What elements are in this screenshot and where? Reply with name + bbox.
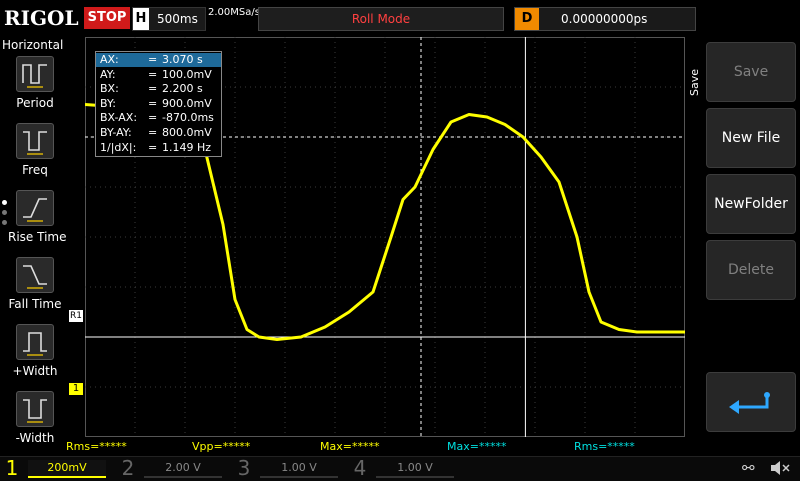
measurement-readout: Max=***** — [320, 440, 380, 453]
return-arrow-icon — [729, 392, 770, 414]
acquisition-mode: Roll Mode — [258, 7, 504, 31]
menu-page-dot — [2, 220, 7, 225]
save-section-label: Save — [688, 68, 701, 96]
channel-1-offset-marker[interactable]: 1 — [69, 383, 83, 395]
menu-item-fall-time[interactable]: Fall Time — [8, 257, 62, 323]
speaker-muted-icon[interactable] — [768, 458, 792, 478]
cursor-key: 1/|dX|: — [100, 140, 137, 154]
freq-icon — [16, 123, 54, 159]
cursor-equals: = — [148, 67, 158, 81]
cursor-key: BX: — [100, 82, 119, 96]
cursor-value: 100.0mV — [162, 67, 212, 81]
measurement-readout: Rms=***** — [66, 440, 127, 453]
channel-scale: 2.00 V — [144, 460, 222, 478]
delay-value: 0.00000000ps — [561, 12, 648, 26]
measurement-readout: Vpp=***** — [192, 440, 251, 453]
channel-scale: 1.00 V — [260, 460, 338, 478]
run-stop-status[interactable]: STOP — [84, 7, 130, 29]
horizontal-badge: H — [133, 8, 149, 30]
cursor-value: -870.0ms — [162, 111, 214, 125]
channel-4-status[interactable]: 4 1.00 V — [350, 456, 462, 480]
delay-indicator[interactable]: D 0.00000000ps — [514, 7, 696, 31]
channel-scale: 1.00 V — [376, 460, 454, 478]
channel-3-status[interactable]: 3 1.00 V — [234, 456, 346, 480]
return-button[interactable] — [706, 372, 796, 432]
cursor-key: AX: — [100, 53, 119, 66]
cursor-equals: = — [148, 111, 158, 125]
delay-badge: D — [515, 8, 539, 30]
timebase-value: 500ms — [157, 12, 198, 26]
cursor-key: BY: — [100, 96, 116, 110]
menu-page-dot — [2, 210, 7, 215]
cursor-equals: = — [148, 140, 158, 154]
channel-scale: 200mV — [28, 460, 106, 478]
channel-1-status[interactable]: 1 200mV — [2, 456, 114, 480]
delete-button[interactable]: Delete — [706, 240, 796, 300]
cursor-value: 1.149 Hz — [162, 140, 212, 154]
cursor-value: 2.200 s — [162, 82, 203, 96]
menu-item-label: Period — [16, 96, 54, 110]
cursor-key: AY: — [100, 67, 116, 81]
cursor-row-byay: BY-AY: = 800.0mV — [96, 126, 221, 140]
cursor-key: BY-AY: — [100, 126, 132, 139]
new-file-button[interactable]: New File — [706, 108, 796, 168]
cursor-equals: = — [148, 126, 158, 139]
cursor-key: BX-AX: — [100, 111, 138, 125]
fall-time-icon — [16, 257, 54, 293]
cursor-value: 900.0mV — [162, 96, 212, 110]
newfolder-button[interactable]: NewFolder — [706, 174, 796, 234]
cursor-value: 800.0mV — [162, 126, 212, 139]
menu-item-positive-width[interactable]: +Width — [8, 324, 62, 390]
menu-item-label: Fall Time — [8, 297, 62, 311]
channel-2-status[interactable]: 2 2.00 V — [118, 456, 230, 480]
channel-number: 1 — [5, 456, 19, 480]
cursor-equals: = — [148, 53, 158, 66]
measurement-readout: Max=***** — [447, 440, 507, 453]
timebase-indicator[interactable]: H 500ms — [132, 7, 206, 31]
cursor-row-bx: BX: = 2.200 s — [96, 82, 221, 96]
menu-item-negative-width[interactable]: -Width — [8, 391, 62, 457]
menu-title: Horizontal — [2, 38, 64, 52]
measurement-readout: Rms=***** — [574, 440, 635, 453]
menu-item-label: -Width — [15, 431, 55, 445]
brand-logo: RIGOL — [4, 6, 79, 30]
cursor-equals: = — [148, 96, 158, 110]
channel-number: 4 — [353, 456, 367, 480]
cursor-value: 3.070 s — [162, 53, 203, 66]
rise-time-icon — [16, 190, 54, 226]
positive-width-icon — [16, 324, 54, 360]
menu-item-label: Rise Time — [8, 230, 67, 244]
ref-r1-marker: R1 — [69, 310, 83, 322]
save-button[interactable]: Save — [706, 42, 796, 102]
channel-number: 3 — [237, 456, 251, 480]
cursor-readout: AX: = 3.070 s AY: = 100.0mV BX: = 2.200 s BY: = 900… — [95, 51, 222, 157]
cursor-row-bxax: BX-AX: = -870.0ms — [96, 111, 221, 125]
channel-number: 2 — [121, 456, 135, 480]
menu-item-label: Freq — [22, 163, 48, 177]
menu-item-rise-time[interactable]: Rise Time — [8, 190, 67, 256]
cursor-row-ay: AY: = 100.0mV — [96, 68, 221, 82]
usb-icon: ⚯ — [742, 459, 755, 477]
menu-item-period[interactable]: Period — [8, 56, 62, 122]
menu-item-freq[interactable]: Freq — [8, 123, 62, 189]
cursor-equals: = — [148, 82, 158, 96]
menu-page-dot — [2, 200, 7, 205]
cursor-row-ax: AX: = 3.070 s — [96, 53, 221, 67]
negative-width-icon — [16, 391, 54, 427]
cursor-row-by: BY: = 900.0mV — [96, 97, 221, 111]
period-icon — [16, 56, 54, 92]
cursor-row-dx: 1/|dX|: = 1.149 Hz — [96, 141, 221, 155]
menu-item-label: +Width — [12, 364, 58, 378]
